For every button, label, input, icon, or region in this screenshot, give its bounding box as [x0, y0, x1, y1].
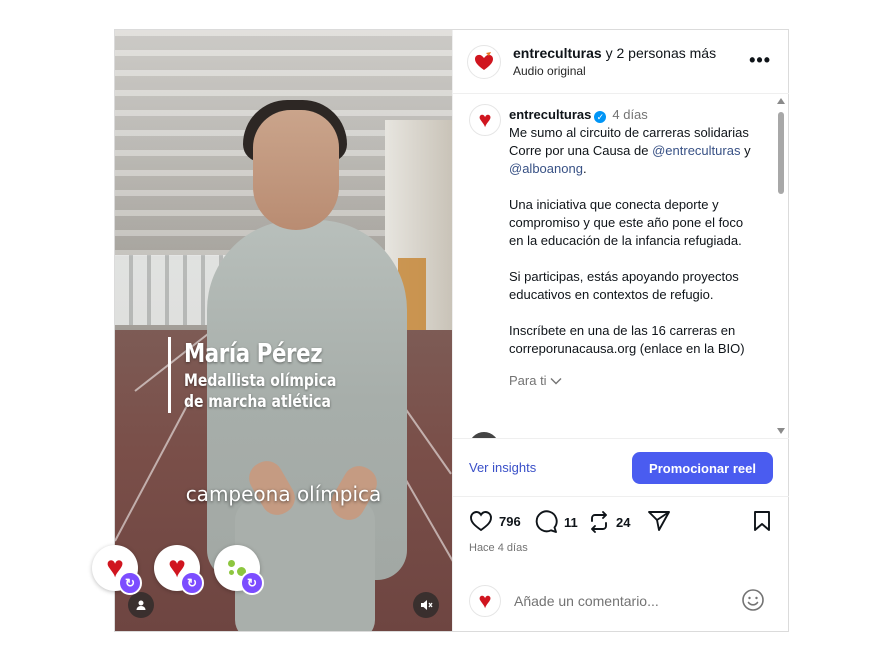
like-count[interactable]: 796	[499, 514, 521, 529]
collaborator-avatar-entreculturas[interactable]: ♥ ↻	[92, 545, 142, 595]
post-details-panel: entreculturas y 2 personas más Audio ori…	[452, 30, 789, 631]
emoji-button[interactable]	[741, 588, 765, 617]
smiley-icon	[742, 589, 764, 611]
more-horizontal-icon: •••	[749, 50, 771, 70]
comment-count[interactable]: 11	[564, 515, 578, 530]
athlete-role-line1: Medallista olímpica	[184, 371, 337, 391]
name-overlay: María Pérez Medallista olímpica de march…	[168, 337, 370, 413]
video-caption: campeona olímpica	[185, 482, 382, 506]
mention-entreculturas[interactable]: @entreculturas	[652, 143, 740, 158]
more-options-button[interactable]: •••	[749, 50, 771, 71]
comment-button[interactable]: 11	[534, 510, 578, 534]
comment-bubble-icon	[535, 510, 558, 533]
heart-logo-icon: ♥	[478, 107, 492, 132]
save-button[interactable]	[753, 510, 771, 532]
chevron-down-icon	[550, 378, 562, 385]
caption-paragraph-2: Una iniciativa que conecta deporte y com…	[509, 197, 744, 248]
person-icon	[136, 600, 146, 610]
heart-logo-icon: ♥	[478, 588, 492, 613]
sync-icon: ↻	[118, 571, 142, 595]
bookmark-icon	[754, 511, 770, 531]
lane-line	[115, 399, 191, 542]
caption-scrollbar[interactable]	[777, 96, 785, 436]
mention-alboanong[interactable]: @alboanong	[509, 161, 583, 176]
speaker-muted-icon	[421, 600, 433, 610]
header-others[interactable]: y 2 personas más	[606, 45, 717, 61]
caption-paragraph-3: Si participas, estás apoyando proyectos …	[509, 269, 739, 302]
share-button[interactable]	[647, 510, 671, 532]
athlete-name: María Pérez	[184, 339, 323, 369]
sync-icon: ↻	[240, 571, 264, 595]
repost-button[interactable]: 24	[588, 510, 630, 534]
repost-icon	[591, 511, 607, 533]
post-header: entreculturas y 2 personas más Audio ori…	[453, 30, 789, 94]
my-avatar[interactable]: ♥	[469, 585, 501, 617]
repost-count[interactable]: 24	[616, 515, 630, 530]
send-paper-plane-icon	[648, 511, 670, 531]
see-translation-toggle[interactable]: Para ti	[509, 372, 759, 390]
collaborator-avatar-2[interactable]: ♥ ↻	[154, 545, 204, 595]
caption-avatar[interactable]: ♥	[469, 104, 501, 136]
sync-icon: ↻	[180, 571, 204, 595]
comment-input[interactable]: Añade un comentario...	[514, 593, 659, 609]
scroll-down-arrow-icon[interactable]	[777, 428, 785, 434]
view-insights-link[interactable]: Ver insights	[469, 460, 536, 475]
scroll-up-arrow-icon[interactable]	[777, 98, 785, 104]
reel-video[interactable]: María Pérez Medallista olímpica de march…	[115, 30, 452, 631]
reel-card: María Pérez Medallista olímpica de march…	[92, 29, 789, 632]
post-caption: entreculturas ✓ 4 días Me sumo al circuito…	[509, 106, 759, 390]
heart-outline-icon	[470, 511, 492, 532]
caption-paragraph-1: Me sumo al circuito de carreras solidari…	[509, 124, 759, 178]
person-face	[253, 110, 339, 230]
caption-text: .	[582, 161, 587, 176]
see-translation-label: Para ti	[509, 373, 547, 388]
scrollbar-thumb[interactable]	[778, 112, 784, 194]
post-caption-area: ♥ entreculturas ✓ 4 días Me sumo al circui…	[453, 94, 789, 438]
header-account-name[interactable]: entreculturas	[513, 45, 602, 61]
collaborator-avatar-3[interactable]: ↻	[214, 545, 264, 595]
verified-badge-icon: ✓	[594, 111, 607, 123]
tagged-people-button[interactable]	[128, 592, 154, 618]
promote-reel-button[interactable]: Promocionar reel	[632, 452, 773, 484]
caption-paragraph-4: Inscríbete en una de las 16 carreras en …	[509, 323, 745, 356]
post-date[interactable]: Hace 4 días	[469, 542, 528, 554]
header-avatar[interactable]	[467, 45, 501, 79]
athlete-role-line2: de marcha atlética	[184, 392, 331, 412]
header-accounts[interactable]: entreculturas y 2 personas más	[513, 45, 716, 61]
audio-label[interactable]: Audio original	[513, 64, 586, 78]
caption-time[interactable]: 4 días	[612, 107, 647, 122]
entreculturas-logo-icon	[475, 52, 493, 70]
caption-text: y	[740, 143, 751, 158]
like-button[interactable]: 796	[469, 510, 521, 532]
mute-button[interactable]	[413, 592, 439, 618]
caption-username[interactable]: entreculturas	[509, 107, 591, 122]
action-bar: 796 11 24 Hace 4 días	[453, 496, 789, 556]
comment-composer: ♥ Añade un comentario...	[453, 571, 789, 631]
insights-row: Ver insights Promocionar reel	[453, 438, 789, 497]
